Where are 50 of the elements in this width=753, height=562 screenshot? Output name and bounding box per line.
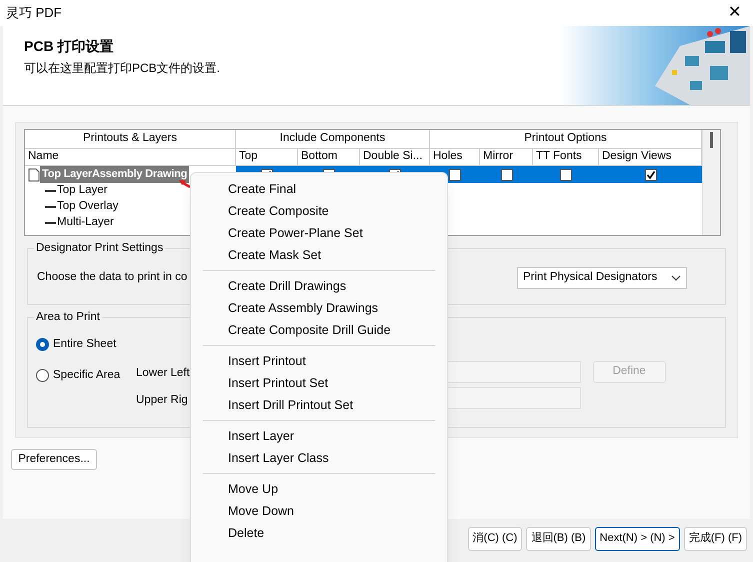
column-header[interactable]: Holes [430,149,480,165]
column-header[interactable]: Double Si... [360,149,430,165]
menu-item[interactable]: Move Up [191,478,447,500]
footer-button[interactable]: 退回(B) (B) [526,526,591,550]
tree-item[interactable]: Top Layer [57,182,108,200]
row-name: Top LayerAssembly Drawing [40,166,190,183]
menu-item[interactable]: Insert Drill Printout Set [191,394,447,416]
menu-item[interactable]: Create Final [191,178,447,200]
arrow-icon [179,180,191,188]
column-header[interactable]: TT Fonts [533,149,599,165]
menu-item[interactable]: Create Mask Set [191,244,447,266]
preferences-button[interactable]: Preferences... [11,449,97,470]
checkbox[interactable] [449,168,461,180]
close-button[interactable]: ✕ [724,5,745,21]
checkbox[interactable] [644,168,656,180]
dialog-heading: PCB 打印设置 [24,37,114,56]
menu-item[interactable]: Create Assembly Drawings [191,297,447,319]
menu-item[interactable]: Create Composite [191,200,447,222]
menu-item[interactable]: Insert Printout [191,350,447,372]
radio-button[interactable] [36,338,49,352]
column-header[interactable]: Bottom [298,149,360,165]
footer-button[interactable]: Next(N) > (N) > [594,526,680,550]
radio-label[interactable]: Specific Area [53,367,120,384]
menu-item[interactable]: Insert Layer [191,425,447,447]
footer-button[interactable]: 完成(F) (F) [684,526,747,550]
column-header[interactable]: Name [25,149,236,165]
scrollbar-thumb [710,132,713,148]
column-header[interactable]: Mirror [480,149,533,165]
checkbox[interactable] [560,168,572,180]
menu-item[interactable]: Delete [191,522,447,544]
window-title: 灵巧 PDF [6,4,62,22]
menu-item[interactable]: Create Drill Drawings [191,275,447,297]
menu-item[interactable]: Move Down [191,500,447,522]
menu-item[interactable]: Insert Layer Class [191,447,447,469]
checkbox[interactable] [500,168,512,180]
chevron-down-icon [671,275,681,281]
menu-item[interactable]: Create Composite Drill Guide [191,319,447,341]
tree-item[interactable]: Multi-Layer [57,214,114,232]
column-header[interactable]: Top [236,149,298,165]
radio-label[interactable]: Entire Sheet [53,336,116,354]
footer-button[interactable]: 消(C) (C) [468,526,522,550]
menu-item[interactable]: Create Power-Plane Set [191,222,447,244]
designator-dropdown[interactable]: Print Physical Designators [517,267,687,289]
tree-item[interactable]: Top Overlay [57,198,118,216]
dialog-description: 可以在这里配置打印PCB文件的设置. [24,60,222,77]
field-label: Lower Left [136,366,190,381]
menu-item[interactable]: Insert Printout Set [191,372,447,394]
field-label: Choose the data to print in co [37,270,188,286]
radio-button[interactable] [36,369,49,382]
field-label: Upper Rig [136,393,189,408]
